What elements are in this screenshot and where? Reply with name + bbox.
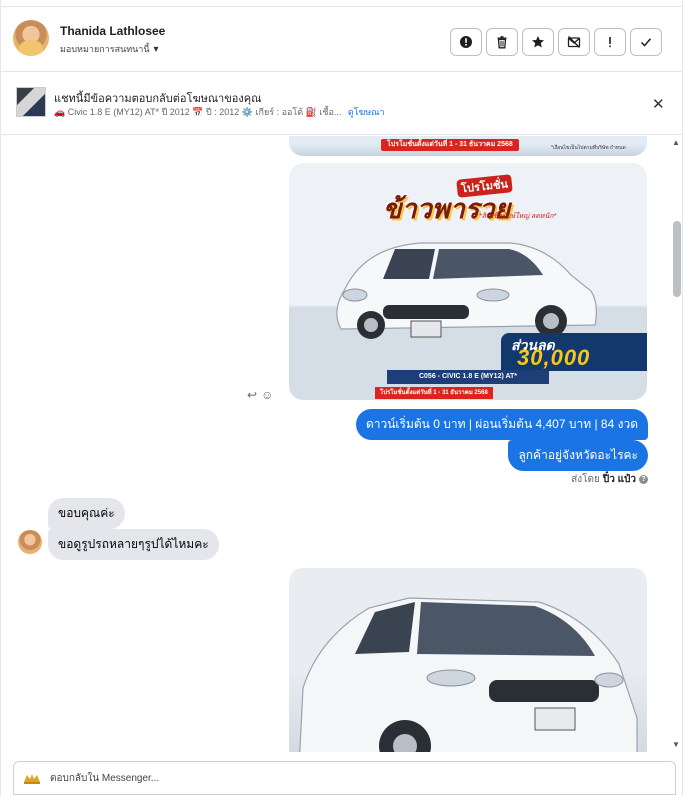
scrollbar-thumb[interactable] bbox=[673, 221, 681, 297]
message-image-partial[interactable]: โปรโมชั่นตั้งแต่วันที่ 1 - 31 ธันวาคม 25… bbox=[289, 136, 647, 156]
mark-done-button[interactable] bbox=[630, 28, 662, 56]
message-actions: ↩ ☺ bbox=[247, 388, 273, 402]
reply-input[interactable] bbox=[50, 762, 650, 794]
sent-by-info: ส่งโดย ปิ๋ว แป๋ว ? bbox=[571, 472, 648, 487]
star-button[interactable] bbox=[522, 28, 554, 56]
chat-window: Thanida Lathlosee มอบหมายการสนทนานี้ ▾ แ… bbox=[0, 0, 683, 796]
reply-icon[interactable]: ↩ bbox=[247, 388, 257, 402]
message-composer bbox=[13, 761, 676, 795]
page-logo-icon bbox=[24, 774, 40, 784]
assign-label: มอบหมายการสนทนานี้ bbox=[60, 44, 150, 54]
sender-name: ปิ๋ว แป๋ว bbox=[602, 474, 636, 485]
done-icon bbox=[640, 38, 652, 47]
view-ad-link[interactable]: ดูโฆษณา bbox=[348, 107, 385, 117]
delete-button[interactable] bbox=[486, 28, 518, 56]
help-icon[interactable]: ? bbox=[639, 475, 648, 484]
report-icon bbox=[460, 36, 472, 48]
message-image-car-photo[interactable] bbox=[289, 568, 647, 752]
emoji-react-icon[interactable]: ☺ bbox=[261, 388, 273, 402]
car-photo-illustration bbox=[299, 597, 638, 752]
ad-description-text: 🚗 Civic 1.8 E (MY12) AT* ปี 2012 📅 ปี : … bbox=[54, 107, 342, 117]
star-icon bbox=[532, 36, 544, 48]
important-icon bbox=[609, 37, 611, 48]
incoming-message[interactable]: ขอบคุณค่ะ bbox=[48, 498, 125, 529]
important-button[interactable] bbox=[594, 28, 626, 56]
sent-by-label: ส่งโดย bbox=[571, 474, 600, 485]
mark-unread-button[interactable] bbox=[558, 28, 590, 56]
close-icon[interactable]: ✕ bbox=[652, 95, 665, 113]
ad-description: 🚗 Civic 1.8 E (MY12) AT* ปี 2012 📅 ปี : … bbox=[54, 105, 385, 119]
outgoing-message[interactable]: ลูกค้าอยู่จังหวัดอะไรคะ bbox=[508, 440, 648, 471]
ad-thumbnail[interactable] bbox=[16, 87, 46, 117]
scroll-down-arrow[interactable]: ▼ bbox=[672, 740, 680, 749]
message-thread[interactable]: โปรโมชั่นตั้งแต่วันที่ 1 - 31 ธันวาคม 25… bbox=[1, 136, 683, 752]
incoming-message[interactable]: ขอดูรูปรถหลายๆรูปได้ไหมคะ bbox=[48, 529, 219, 560]
contact-name[interactable]: Thanida Lathlosee bbox=[60, 24, 165, 38]
conversation-header: Thanida Lathlosee มอบหมายการสนทนานี้ ▾ bbox=[1, 6, 683, 72]
header-toolbar bbox=[450, 28, 662, 56]
discount-amount: 30,000 bbox=[517, 345, 591, 370]
chevron-down-icon: ▾ bbox=[153, 43, 159, 55]
car-illustration bbox=[336, 242, 597, 339]
promo-date-label: โปรโมชั่นตั้งแต่วันที่ 1 - 31 ธันวาคม 25… bbox=[381, 139, 519, 151]
report-button[interactable] bbox=[450, 28, 482, 56]
outgoing-message[interactable]: ดาวน์เริ่มต้น 0 บาท | ผ่อนเริ่มต้น 4,407… bbox=[355, 409, 648, 440]
model-tag: C056 - CIVIC 1.8 E (MY12) AT* bbox=[387, 370, 549, 384]
scroll-up-arrow[interactable]: ▲ bbox=[672, 138, 680, 147]
promo-banner: โปรโมชั่น ข้าวพารวย *สินเชื่อยักษ์ใหญ่ ล… bbox=[365, 174, 569, 224]
avatar bbox=[18, 530, 42, 554]
promo-date-label: โปรโมชั่นตั้งแต่วันที่ 1 - 31 ธันวาคม 25… bbox=[375, 387, 493, 399]
assign-conversation-dropdown[interactable]: มอบหมายการสนทนานี้ ▾ bbox=[60, 42, 159, 56]
promo-subtitle: *สินเชื่อยักษ์ใหญ่ ลดหนัก* bbox=[479, 213, 557, 220]
avatar[interactable] bbox=[13, 20, 49, 56]
mark-unread-icon bbox=[567, 36, 581, 48]
message-image-car-promo[interactable]: โปรโมชั่น ข้าวพารวย *สินเชื่อยักษ์ใหญ่ ล… bbox=[289, 163, 647, 400]
fine-print: *เงื่อนไขเป็นไปตามที่บริษัท กำหนด bbox=[551, 145, 626, 151]
trash-icon bbox=[497, 36, 507, 49]
promo-headline: ข้าวพารวย bbox=[383, 194, 511, 224]
ad-reply-banner: แชทนี้มีข้อความตอบกลับต่อโฆษณาของคุณ 🚗 C… bbox=[1, 73, 683, 135]
